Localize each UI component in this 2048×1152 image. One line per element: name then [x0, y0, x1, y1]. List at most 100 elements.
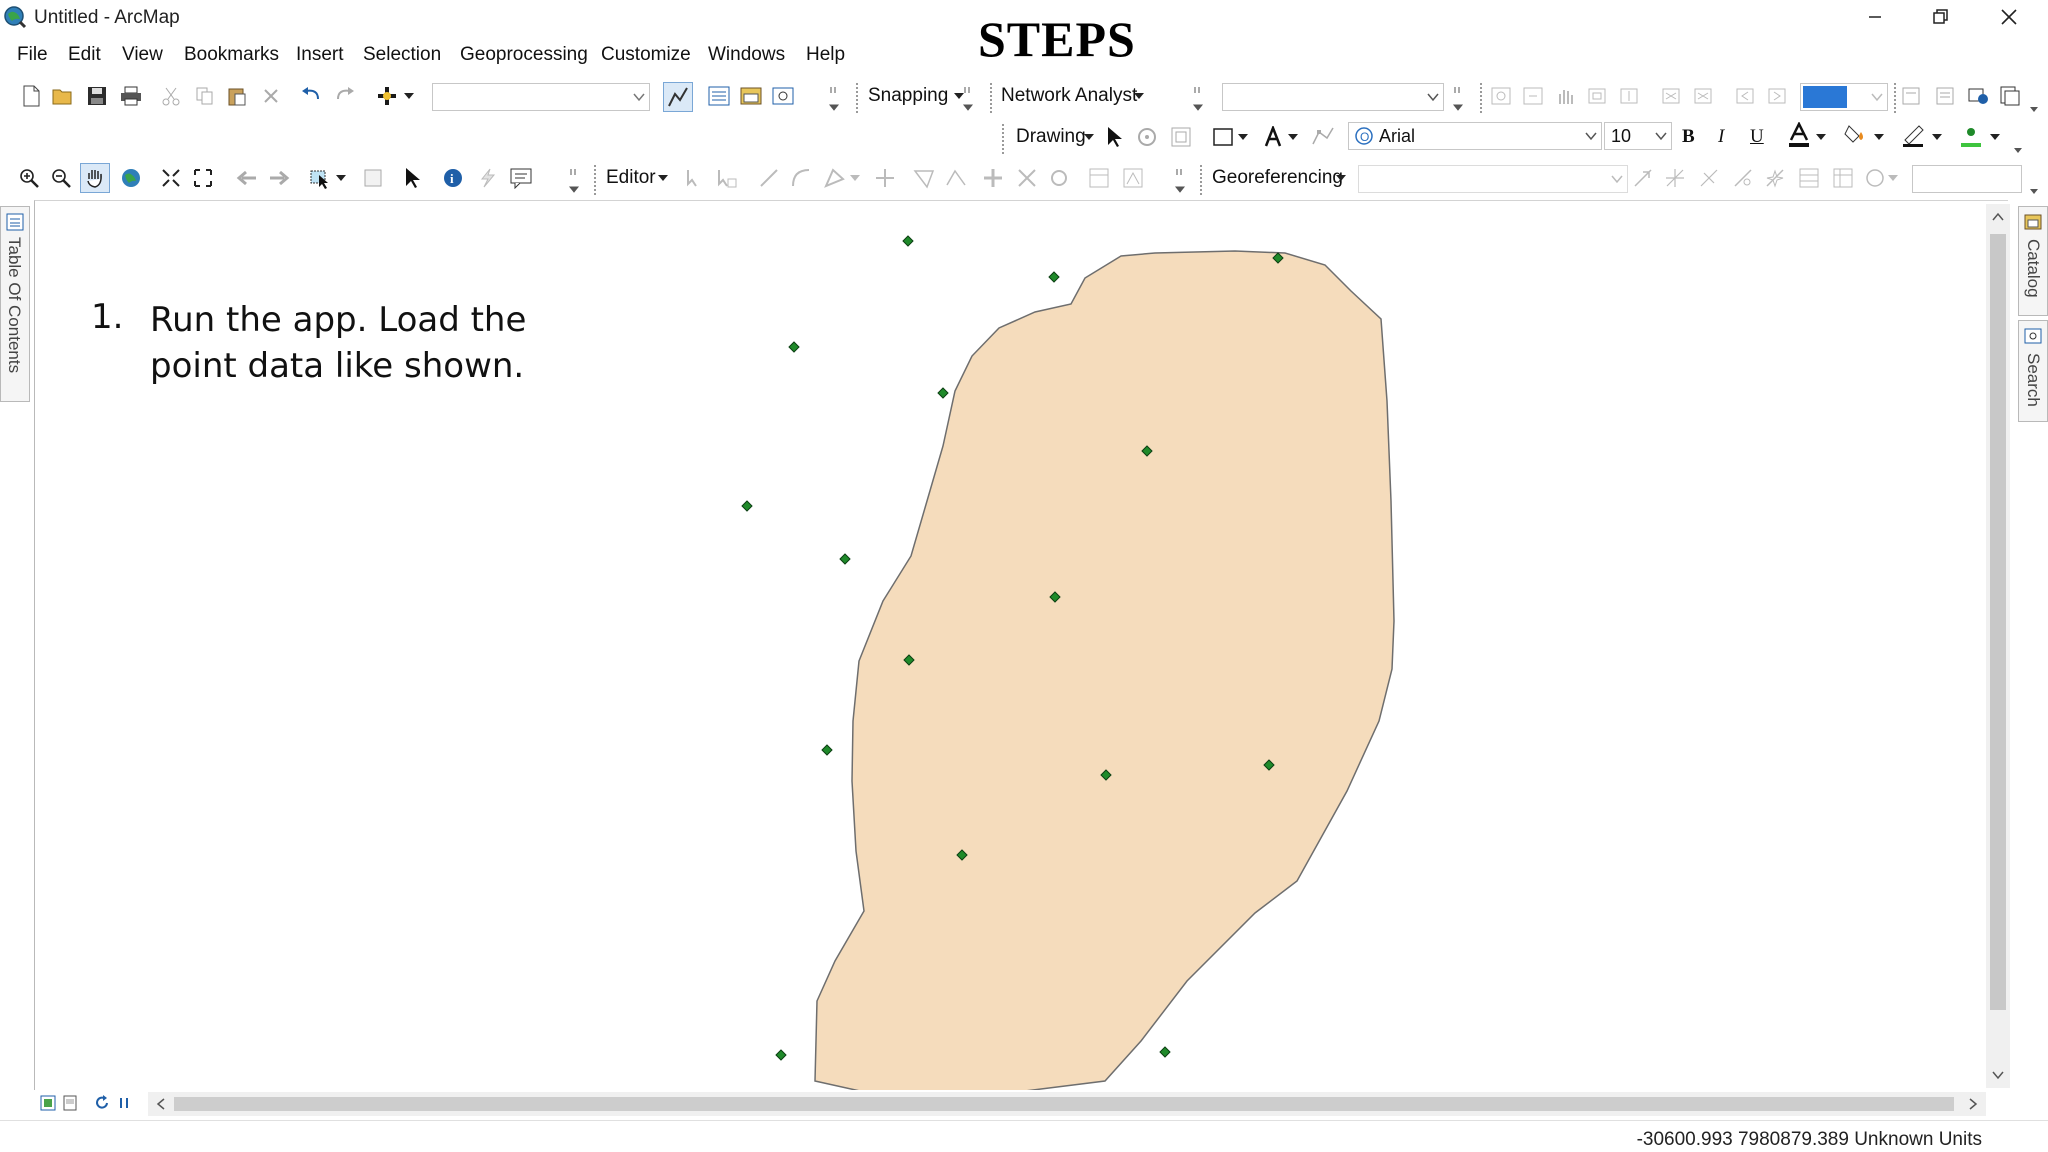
- line-color-icon[interactable]: [1900, 122, 1926, 148]
- horizontal-scroll-thumb[interactable]: [174, 1097, 1954, 1111]
- rotate-tool-icon[interactable]: [1046, 165, 1072, 191]
- toggle-draft-mode-icon[interactable]: [1898, 83, 1924, 109]
- select-features-icon[interactable]: [308, 165, 334, 191]
- point-feature[interactable]: [937, 387, 949, 399]
- toolbar-grip[interactable]: [1200, 165, 1204, 195]
- text-tool-icon[interactable]: [1260, 124, 1286, 150]
- end-point-arc-icon[interactable]: [788, 165, 814, 191]
- menu-insert[interactable]: Insert: [296, 44, 344, 66]
- network-layer-combo[interactable]: [1222, 83, 1444, 111]
- snapping-toolbar-label[interactable]: Snapping: [868, 85, 948, 107]
- map-horizontal-scrollbar[interactable]: [148, 1092, 1986, 1116]
- layout-full-extent-icon[interactable]: [1584, 83, 1610, 109]
- toolbar-grip[interactable]: [1480, 83, 1484, 113]
- layout-overflow-icon[interactable]: [2028, 85, 2042, 115]
- add-data-icon[interactable]: [374, 83, 400, 109]
- point-feature[interactable]: [902, 235, 914, 247]
- new-document-icon[interactable]: [18, 83, 44, 109]
- fixed-zoom-in-icon[interactable]: [158, 165, 184, 191]
- minimize-button[interactable]: [1846, 0, 1904, 34]
- marker-color-dropdown-icon[interactable]: [1988, 124, 2002, 150]
- layout-zoom-100-icon[interactable]: [1658, 83, 1684, 109]
- menu-file[interactable]: File: [17, 44, 48, 66]
- edit-vertices-tool-icon[interactable]: [912, 165, 938, 191]
- point-feature[interactable]: [741, 500, 753, 512]
- georeferencing-dropdown-icon[interactable]: [1334, 165, 1348, 191]
- scroll-up-icon[interactable]: [1992, 212, 2004, 222]
- rotate-georef-icon[interactable]: [1630, 165, 1656, 191]
- change-layout-icon[interactable]: [1966, 83, 1992, 109]
- reshape-feature-icon[interactable]: [944, 165, 970, 191]
- layout-zoom-combo[interactable]: [1800, 83, 1888, 111]
- menu-edit[interactable]: Edit: [68, 44, 101, 66]
- georeferencing-layer-combo[interactable]: [1358, 165, 1628, 193]
- scroll-left-icon[interactable]: [156, 1098, 166, 1110]
- pan-hand-icon[interactable]: [80, 163, 110, 193]
- layout-fixed-zoom-icon[interactable]: [1616, 83, 1642, 109]
- select-features-dropdown-icon[interactable]: [334, 165, 348, 191]
- copy-icon[interactable]: [192, 83, 218, 109]
- bold-button[interactable]: B: [1682, 126, 1695, 148]
- map-scale-combo[interactable]: [432, 83, 650, 111]
- layout-view-icon[interactable]: [62, 1095, 78, 1111]
- toolbar-grip[interactable]: [990, 83, 994, 113]
- fill-color-icon[interactable]: [1842, 122, 1868, 148]
- editor-toolbar-icon[interactable]: [663, 82, 693, 112]
- fill-color-dropdown-icon[interactable]: [1872, 124, 1886, 150]
- identify-icon[interactable]: i: [440, 165, 466, 191]
- print-icon[interactable]: [118, 83, 144, 109]
- menu-geoprocessing[interactable]: Geoprocessing: [460, 44, 588, 66]
- zoom-in-icon[interactable]: [16, 165, 42, 191]
- layer-overflow-icon[interactable]: [1452, 83, 1466, 113]
- rectangle-dropdown-icon[interactable]: [1236, 124, 1250, 150]
- point-tool-icon[interactable]: [872, 165, 898, 191]
- rotate-icon[interactable]: [1134, 124, 1160, 150]
- search-window-icon[interactable]: [770, 83, 796, 109]
- table-of-contents-tab[interactable]: Table Of Contents: [0, 206, 30, 402]
- delete-icon[interactable]: [258, 83, 284, 109]
- layout-back-icon[interactable]: [1732, 83, 1758, 109]
- sketch-properties-icon[interactable]: [1120, 165, 1146, 191]
- scroll-down-icon[interactable]: [1992, 1070, 2004, 1080]
- point-feature[interactable]: [788, 341, 800, 353]
- drawing-menu-label[interactable]: Drawing: [1016, 126, 1086, 148]
- clear-selection-icon[interactable]: [360, 165, 386, 191]
- font-name-combo[interactable]: O Arial: [1348, 122, 1602, 150]
- full-extent-globe-icon[interactable]: [118, 165, 144, 191]
- shift-georef-icon[interactable]: [1662, 165, 1688, 191]
- georef-scale-input[interactable]: [1912, 165, 2022, 193]
- data-driven-pages-icon[interactable]: [1998, 83, 2024, 109]
- view-link-table-icon[interactable]: [1830, 165, 1856, 191]
- map-vertical-scrollbar[interactable]: [1986, 204, 2010, 1088]
- cut-polygons-icon[interactable]: [980, 165, 1006, 191]
- straight-segment-icon[interactable]: [756, 165, 782, 191]
- point-feature[interactable]: [1159, 1046, 1171, 1058]
- pause-drawing-icon[interactable]: [116, 1095, 132, 1111]
- scale-georef-icon[interactable]: [1696, 165, 1722, 191]
- map-display[interactable]: 1. Run the app. Load the point data like…: [34, 200, 2008, 1090]
- select-elements-arrow-icon[interactable]: [400, 165, 426, 191]
- toolbar-grip[interactable]: [1002, 124, 1006, 154]
- layout-forward-icon[interactable]: [1764, 83, 1790, 109]
- undo-icon[interactable]: [298, 83, 324, 109]
- save-icon[interactable]: [84, 83, 110, 109]
- scroll-right-icon[interactable]: [1968, 1098, 1978, 1110]
- underline-button[interactable]: U: [1750, 126, 1764, 148]
- viewer-dropdown-icon[interactable]: [1886, 165, 1900, 191]
- search-tab[interactable]: Search: [2018, 320, 2048, 422]
- marker-color-icon[interactable]: [1958, 122, 1984, 148]
- split-tool-icon[interactable]: [1014, 165, 1040, 191]
- point-feature[interactable]: [775, 1049, 787, 1061]
- close-button[interactable]: [1980, 0, 2038, 34]
- select-link-icon[interactable]: [1796, 165, 1822, 191]
- restore-button[interactable]: [1912, 0, 1970, 34]
- viewer-icon[interactable]: [1862, 165, 1888, 191]
- go-forward-icon[interactable]: [266, 165, 292, 191]
- add-data-dropdown-icon[interactable]: [402, 83, 416, 109]
- menu-windows[interactable]: Windows: [708, 44, 785, 66]
- menu-view[interactable]: View: [122, 44, 163, 66]
- edit-tool-icon[interactable]: [682, 165, 708, 191]
- italic-button[interactable]: I: [1718, 126, 1724, 148]
- construction-dropdown-icon[interactable]: [848, 165, 862, 191]
- network-overflow-icon[interactable]: [1192, 83, 1206, 113]
